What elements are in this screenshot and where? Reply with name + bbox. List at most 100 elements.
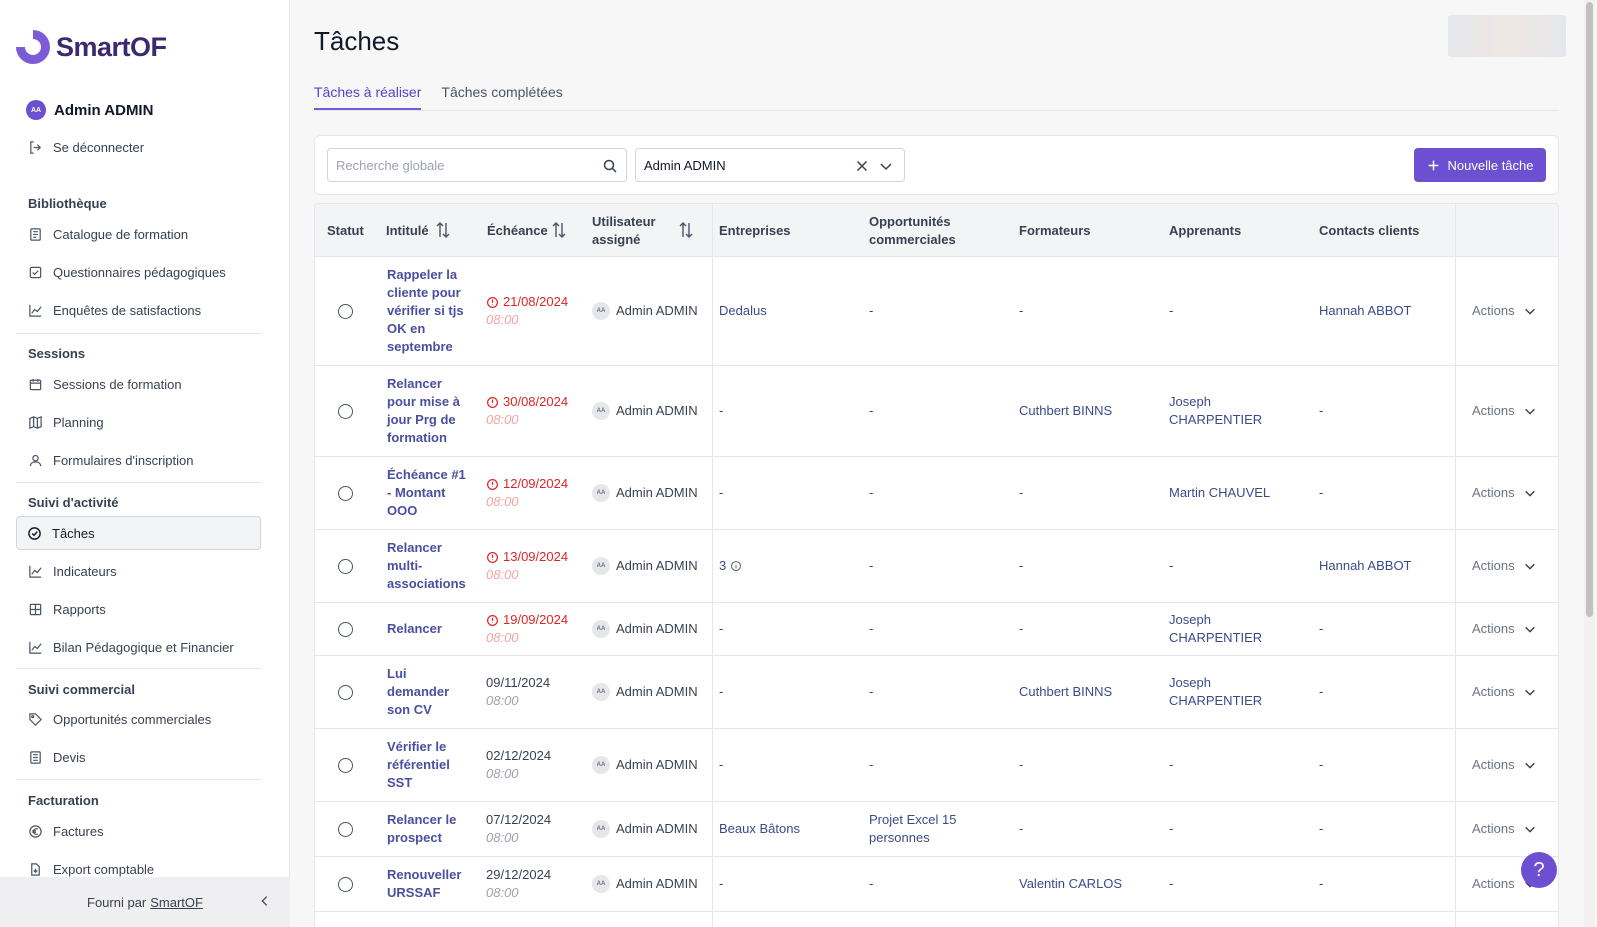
due-time: 08:00 xyxy=(486,830,519,845)
search-input[interactable] xyxy=(336,157,596,173)
sidebar-item-questionnaires[interactable]: Questionnaires pédagogiques xyxy=(16,255,261,289)
trainer-value: - xyxy=(1019,485,1024,500)
close-icon[interactable] xyxy=(854,158,870,174)
actions-dropdown[interactable]: Actions xyxy=(1472,683,1537,701)
opportunity-value[interactable]: Projet Excel 15 personnes xyxy=(869,811,1009,847)
sidebar-item-sessions[interactable]: Sessions de formation xyxy=(16,367,261,401)
sidebar-item-planning[interactable]: Planning xyxy=(16,405,261,439)
table-row[interactable]: Relancer multi-associations 13/09/2024 0… xyxy=(315,530,1558,603)
table-row[interactable]: Relancer 19/09/2024 08:00 AA Admin ADMIN … xyxy=(315,603,1558,656)
actions-dropdown[interactable]: Actions xyxy=(1472,557,1537,575)
sidebar-item-opportunites[interactable]: Opportunités commerciales xyxy=(16,702,261,736)
status-radio[interactable] xyxy=(338,876,353,892)
actions-dropdown[interactable]: Actions xyxy=(1472,620,1537,638)
trainer-value: - xyxy=(1019,821,1024,836)
tab-todo[interactable]: Tâches à réaliser xyxy=(314,84,422,110)
sort-icon[interactable] xyxy=(551,221,567,239)
sidebar-item-enquetes[interactable]: Enquêtes de satisfactions xyxy=(16,293,261,327)
actions-dropdown[interactable]: Actions xyxy=(1472,820,1537,838)
footer-prefix: Fourni par xyxy=(87,894,147,910)
learner-value[interactable]: Joseph CHARPENTIER xyxy=(1169,674,1279,710)
trainer-value[interactable]: Cuthbert BINNS xyxy=(1019,402,1112,420)
learner-value[interactable]: Joseph CHARPENTIER xyxy=(1169,393,1279,429)
contact-value[interactable]: Hannah ABBOT xyxy=(1319,302,1412,320)
task-title-link[interactable]: Échéance #1 - Montant OOO xyxy=(387,466,467,520)
profile-image[interactable] xyxy=(1448,15,1566,57)
info-icon[interactable] xyxy=(730,560,742,572)
status-radio[interactable] xyxy=(338,485,353,501)
contact-value[interactable]: Hannah ABBOT xyxy=(1319,557,1412,575)
actions-dropdown[interactable]: Actions xyxy=(1472,484,1537,502)
table-row[interactable]: Rappeler la cliente pour vérifier si tjs… xyxy=(315,257,1558,366)
search-icon[interactable] xyxy=(602,158,618,174)
status-radio[interactable] xyxy=(338,757,353,773)
learner-value[interactable]: Joseph CHARPENTIER xyxy=(1169,611,1279,647)
sidebar-item-rapports[interactable]: Rapports xyxy=(16,592,261,626)
status-radio[interactable] xyxy=(338,684,353,700)
table-row[interactable]: Renouveller URSSAF 29/12/2024 08:00 AA Ad… xyxy=(315,857,1558,912)
document-icon xyxy=(28,227,43,242)
status-radio[interactable] xyxy=(338,621,353,637)
sort-icon[interactable] xyxy=(678,221,694,239)
company-value[interactable]: Dedalus xyxy=(719,302,767,320)
scroll-thumb[interactable] xyxy=(1586,2,1593,617)
table-row[interactable]: Vérifier le référentiel SST 02/12/2024 0… xyxy=(315,729,1558,802)
collapse-sidebar-icon[interactable] xyxy=(258,894,272,913)
company-value[interactable]: 3 xyxy=(719,557,726,575)
status-radio[interactable] xyxy=(338,821,353,837)
actions-label: Actions xyxy=(1472,403,1515,418)
header-formateurs: Formateurs xyxy=(1019,222,1091,238)
footer-link[interactable]: SmartOF xyxy=(150,895,203,910)
trainer-value[interactable]: Cuthbert BINNS xyxy=(1019,683,1112,701)
sidebar-item-catalogue[interactable]: Catalogue de formation xyxy=(16,217,261,251)
header-opportunites: Opportunités commerciales xyxy=(869,213,956,247)
tab-completed[interactable]: Tâches complétées xyxy=(441,84,562,110)
actions-label: Actions xyxy=(1472,485,1515,500)
learner-value[interactable]: Martin CHAUVEL xyxy=(1169,484,1270,502)
contact-value: - xyxy=(1319,485,1324,500)
new-task-button[interactable]: Nouvelle tâche xyxy=(1414,148,1546,182)
table-row[interactable]: Relancer pour mise à jour Prg de formati… xyxy=(315,366,1558,457)
task-title-link[interactable]: Lui demander son CV xyxy=(387,665,467,719)
smartof-logo[interactable]: SmartOF xyxy=(16,30,167,64)
sidebar-item-factures[interactable]: Factures xyxy=(16,814,261,848)
trainer-value[interactable]: Valentin CARLOS xyxy=(1019,875,1122,893)
table-row[interactable]: Échéance #1 - Montant OOO 12/09/2024 08:… xyxy=(315,457,1558,530)
sidebar-item-bilan[interactable]: Bilan Pédagogique et Financier xyxy=(16,630,261,664)
page-title: Tâches xyxy=(314,26,400,56)
scrollbar[interactable] xyxy=(1584,0,1595,927)
table-row[interactable]: Relancer le prospect 07/12/2024 08:00 AA… xyxy=(315,802,1558,857)
due-cell: 30/08/2024 08:00 xyxy=(486,366,581,456)
header-intitule[interactable]: Intitulé xyxy=(386,204,429,257)
trainer-cell: Cuthbert BINNS xyxy=(1019,656,1159,728)
sidebar-item-devis[interactable]: Devis xyxy=(16,740,261,774)
task-title-link[interactable]: Relancer multi-associations xyxy=(387,539,467,593)
actions-dropdown[interactable]: Actions xyxy=(1472,302,1537,320)
help-button[interactable]: ? xyxy=(1521,852,1557,888)
actions-cell: Actions xyxy=(1472,656,1537,728)
status-radio[interactable] xyxy=(338,303,353,319)
actions-dropdown[interactable]: Actions xyxy=(1472,756,1537,774)
sort-icon[interactable] xyxy=(435,221,451,239)
header-echeance[interactable]: Échéance xyxy=(487,204,548,257)
sidebar-item-formulaires[interactable]: Formulaires d'inscription xyxy=(16,443,261,477)
assignee-name: Admin ADMIN xyxy=(616,303,698,318)
chevron-down-icon[interactable] xyxy=(878,158,894,174)
task-title-link[interactable]: Renouveller URSSAF xyxy=(387,866,467,902)
task-title-link[interactable]: Relancer xyxy=(387,620,442,638)
sidebar-item-taches[interactable]: Tâches xyxy=(16,516,261,550)
table-row[interactable]: Lui demander son CV 09/11/2024 08:00 AA A… xyxy=(315,656,1558,729)
company-value[interactable]: Beaux Bâtons xyxy=(719,820,800,838)
status-radio[interactable] xyxy=(338,403,353,419)
actions-dropdown[interactable]: Actions xyxy=(1472,402,1537,420)
task-title-link[interactable]: Relancer pour mise à jour Prg de formati… xyxy=(387,375,467,447)
task-title-link[interactable]: Rappeler la cliente pour vérifier si tjs… xyxy=(387,266,467,356)
sidebar-item-indicateurs[interactable]: Indicateurs xyxy=(16,554,261,588)
task-title-link[interactable]: Relancer le prospect xyxy=(387,811,467,847)
user-filter-select[interactable]: Admin ADMIN xyxy=(635,148,905,182)
logout-link[interactable]: Se déconnecter xyxy=(16,130,261,164)
task-title-link[interactable]: Vérifier le référentiel SST xyxy=(387,738,467,792)
header-utilisateur[interactable]: Utilisateur assigné xyxy=(592,204,672,257)
status-radio[interactable] xyxy=(338,558,353,574)
due-cell: 21/08/2024 08:00 xyxy=(486,257,581,365)
